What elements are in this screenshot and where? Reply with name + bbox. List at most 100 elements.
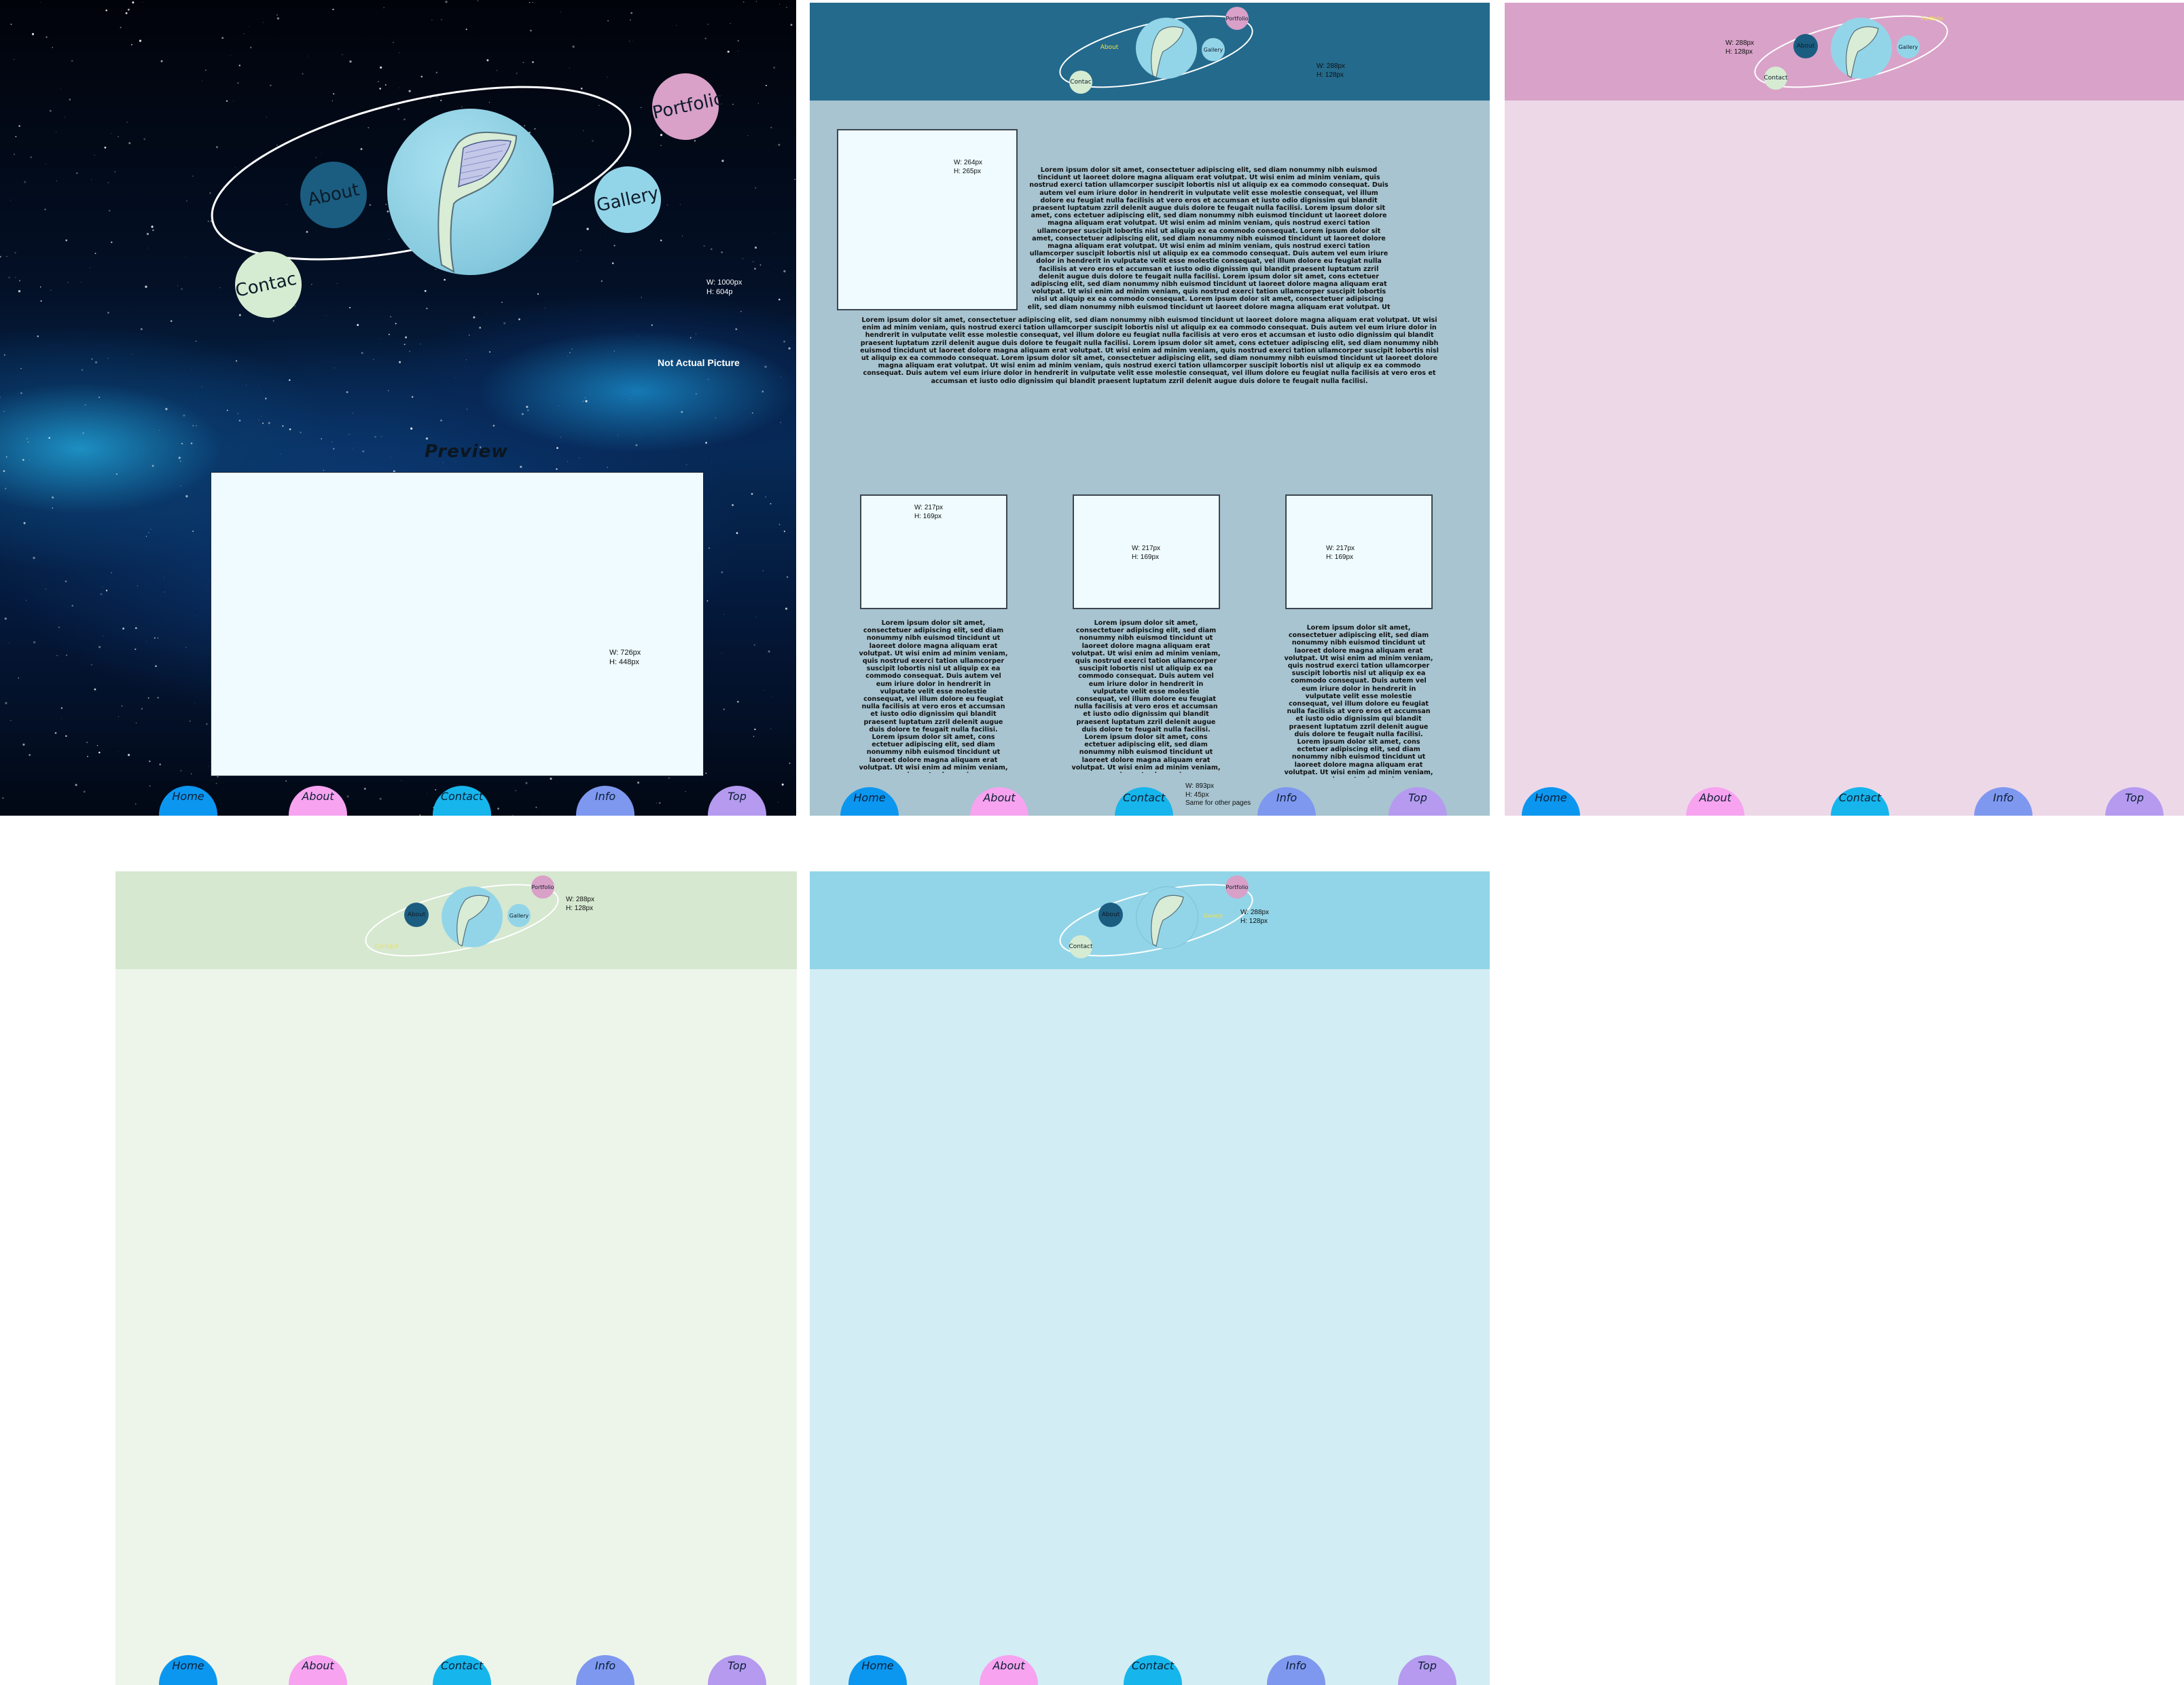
star	[107, 358, 109, 359]
star	[3, 410, 5, 412]
nav-about[interactable]: About	[1686, 787, 1744, 816]
portfolio-planet[interactable]: Portfolio	[1920, 7, 1944, 30]
nav-home[interactable]: Home	[159, 1655, 217, 1685]
star	[773, 67, 776, 69]
star	[127, 8, 130, 11]
star	[33, 641, 36, 644]
about-planet-label: About	[1796, 43, 1815, 50]
star	[22, 743, 25, 746]
nav-contact-label: Contact	[1131, 1659, 1175, 1672]
star	[150, 528, 151, 530]
nav-home-label: Home	[853, 791, 886, 804]
star	[60, 89, 61, 90]
nav-contact[interactable]: Contact	[433, 1655, 491, 1685]
about-planet[interactable]: About	[1098, 903, 1123, 927]
nav-top[interactable]: Top	[2105, 787, 2164, 816]
nav-home[interactable]: Home	[848, 1655, 907, 1685]
star	[23, 522, 26, 524]
star	[512, 814, 514, 816]
gallery-planet[interactable]: Gallery	[1897, 35, 1920, 58]
star	[132, 1, 135, 4]
star	[14, 251, 16, 254]
contact-planet[interactable]: Contac	[1069, 71, 1092, 94]
green-page-panel: About Contact Portfolio Gallery W: 288px…	[115, 871, 797, 1685]
about-planet[interactable]: About	[1793, 34, 1818, 58]
nav-top[interactable]: Top	[1389, 787, 1447, 816]
star	[515, 790, 516, 791]
star	[781, 376, 782, 378]
nav-info[interactable]: Info	[1974, 787, 2033, 816]
star	[148, 247, 149, 249]
star	[783, 530, 786, 532]
portfolio-planet[interactable]: Portfolio	[1225, 7, 1249, 30]
contact-planet[interactable]: Contact	[1764, 67, 1788, 90]
star	[764, 365, 767, 368]
star	[465, 29, 467, 31]
blue-page-panel: About Contact Portfolio Gallery W: 288px…	[810, 871, 1490, 1685]
header-logo[interactable]: About Contact Portfolio Gallery	[365, 873, 571, 968]
star	[86, 755, 89, 757]
star	[24, 181, 26, 183]
star	[185, 495, 188, 498]
star	[94, 253, 96, 254]
portfolio-planet[interactable]: Portfolio	[531, 875, 554, 899]
nav-contact[interactable]: Contact	[433, 786, 491, 816]
star	[186, 200, 187, 202]
nav-info[interactable]: Info	[1267, 1655, 1325, 1685]
about-planet[interactable]: About	[404, 903, 429, 927]
star	[96, 745, 99, 746]
star	[321, 438, 323, 439]
site-logo[interactable]: About Contac Portfolic Gallery	[197, 67, 754, 326]
star	[18, 290, 21, 293]
gallery-planet[interactable]: Gallery	[1202, 38, 1225, 61]
nav-info[interactable]: Info	[1257, 787, 1316, 816]
star	[711, 463, 713, 465]
star	[190, 369, 192, 370]
contact-planet[interactable]: Contact	[375, 935, 399, 958]
nav-top[interactable]: Top	[1398, 1655, 1456, 1685]
contact-planet[interactable]: Contact	[1069, 935, 1093, 958]
nav-contact[interactable]: Contact	[1115, 787, 1173, 816]
nav-info-label: Info	[594, 789, 616, 803]
pink-page-panel: About Contact Portfolio Gallery W: 288px…	[1505, 3, 2184, 816]
header-logo[interactable]: About Contact Portfolio Gallery	[1754, 4, 1960, 99]
nav-contact[interactable]: Contact	[1124, 1655, 1182, 1685]
nav-home[interactable]: Home	[1522, 787, 1580, 816]
nav-top[interactable]: Top	[708, 1655, 766, 1685]
green-header: About Contact Portfolio Gallery W: 288px…	[115, 871, 797, 969]
about-planet[interactable]: About	[1098, 37, 1120, 58]
star	[522, 62, 524, 63]
star	[676, 25, 677, 26]
header-logo[interactable]: About Contact Portfolio Gallery	[1059, 873, 1265, 968]
star	[140, 328, 143, 331]
gallery-planet[interactable]: Gallery	[1202, 904, 1225, 927]
header-logo[interactable]: About Contac Portfolio Gallery	[1059, 4, 1265, 99]
nav-about[interactable]: About	[970, 787, 1028, 816]
star	[550, 778, 552, 780]
star	[742, 1, 745, 3]
star	[374, 435, 376, 438]
featured-image-size-note: W: 264px H: 265px	[954, 159, 983, 175]
nav-about[interactable]: About	[289, 1655, 347, 1685]
nav-home[interactable]: Home	[840, 787, 899, 816]
nav-about-label: About	[983, 791, 1016, 804]
star	[489, 351, 490, 353]
portfolio-planet[interactable]: Portfolio	[1225, 875, 1249, 899]
star	[755, 187, 757, 189]
nav-about[interactable]: About	[980, 1655, 1038, 1685]
star	[115, 473, 118, 475]
star	[118, 751, 119, 753]
star	[3, 354, 5, 356]
star	[723, 708, 725, 710]
star	[190, 442, 193, 445]
featured-image-frame	[837, 129, 1018, 310]
star	[520, 465, 522, 469]
nav-top-label: Top	[1408, 791, 1427, 804]
teal-content-panel: About Contac Portfolio Gallery W: 288px …	[810, 3, 1490, 816]
star	[668, 777, 670, 779]
nav-info[interactable]: Info	[576, 1655, 634, 1685]
gallery-planet[interactable]: Gallery	[507, 904, 531, 927]
star	[94, 688, 96, 691]
nav-contact[interactable]: Contact	[1831, 787, 1889, 816]
star	[249, 46, 252, 49]
